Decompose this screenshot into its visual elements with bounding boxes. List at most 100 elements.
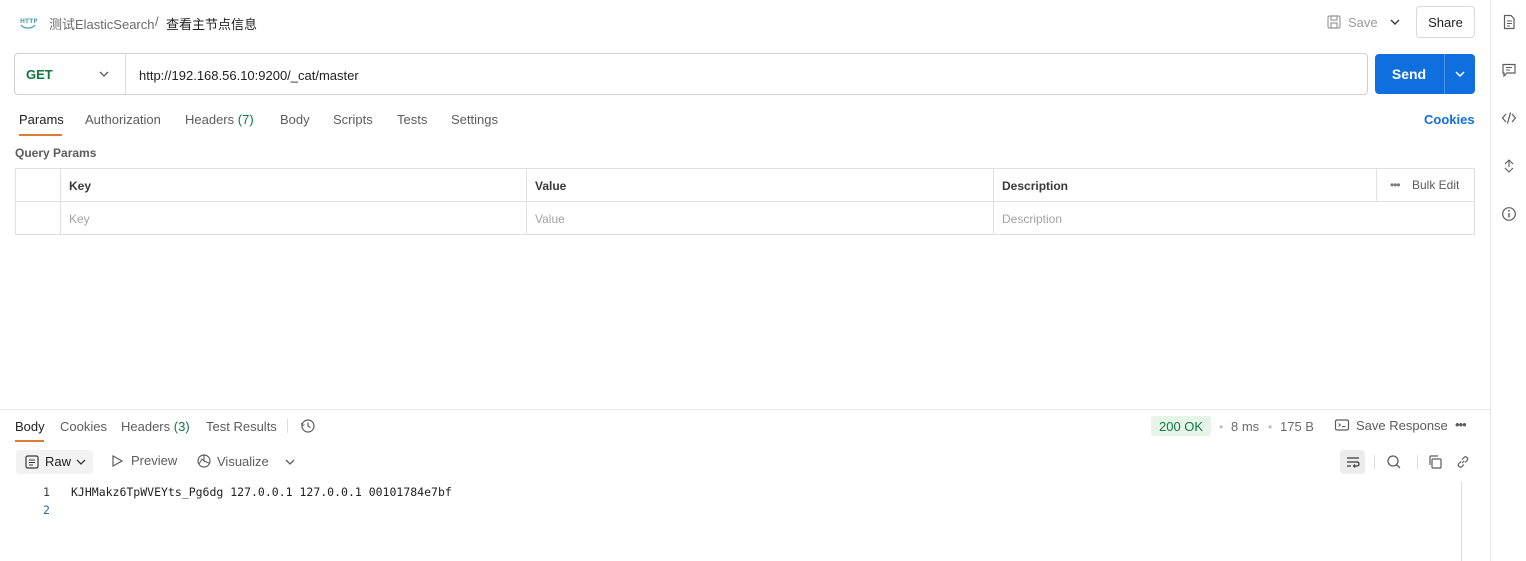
description-header-label: Description	[1002, 179, 1069, 193]
breadcrumb-separator: /	[155, 14, 159, 29]
method-select[interactable]: GET	[15, 54, 126, 94]
tab-headers-count: (7)	[237, 112, 254, 127]
key-column-header: Key	[61, 169, 527, 202]
main-panel: HTTP 测试ElasticSearch / 查看主节点信息 Save Shar…	[0, 0, 1490, 561]
value-header-label: Value	[535, 179, 567, 193]
tab-separator	[287, 419, 288, 433]
tab-settings[interactable]: Settings	[451, 112, 498, 127]
more-icon[interactable]: •••	[1390, 178, 1401, 192]
save-label: Save	[1348, 14, 1378, 30]
cookies-link[interactable]: Cookies	[1424, 112, 1475, 127]
code-scrollbar[interactable]	[1461, 482, 1462, 561]
send-button-group: Send	[1375, 54, 1475, 94]
visualize-button[interactable]: Visualize	[196, 453, 269, 469]
share-button[interactable]: Share	[1416, 6, 1475, 38]
link-icon[interactable]	[1455, 454, 1471, 470]
wrap-icon	[1346, 457, 1360, 468]
tab-scripts[interactable]: Scripts	[333, 112, 373, 127]
save-icon	[1327, 15, 1341, 29]
query-params-title: Query Params	[15, 146, 97, 160]
table-row: Key Value Description	[16, 202, 1474, 235]
tab-headers-label: Headers	[185, 112, 235, 127]
response-tab-headers[interactable]: Headers (3)	[121, 419, 190, 434]
response-tabs: Body Cookies Headers (3) Test Results	[0, 410, 1490, 442]
tab-headers[interactable]: Headers (7)	[185, 112, 254, 127]
info-icon[interactable]	[1500, 205, 1518, 223]
request-tabs: Params Authorization Headers (7) Body Sc…	[0, 108, 1490, 138]
search-icon[interactable]	[1386, 454, 1402, 470]
url-bar: GET	[14, 53, 1368, 95]
url-input[interactable]	[139, 66, 1339, 84]
description-input[interactable]: Description	[994, 202, 1474, 235]
chevron-down-icon[interactable]	[1452, 66, 1468, 82]
send-button[interactable]: Send	[1375, 54, 1443, 94]
tab-authorization[interactable]: Authorization	[85, 112, 161, 127]
key-input[interactable]: Key	[61, 202, 527, 235]
chevron-down-icon[interactable]	[1387, 14, 1403, 30]
line-number: 2	[43, 503, 50, 517]
response-headers-count: (3)	[173, 419, 190, 434]
save-response-button[interactable]: Save Response	[1334, 417, 1448, 433]
key-header-label: Key	[69, 179, 92, 193]
right-sidebar	[1490, 0, 1526, 561]
method-label: GET	[26, 67, 53, 82]
meta-separator: •	[1268, 420, 1273, 434]
format-label: Raw	[45, 454, 72, 469]
preview-button[interactable]: Preview	[110, 453, 177, 468]
description-placeholder: Description	[1002, 212, 1063, 226]
related-icon[interactable]	[1500, 157, 1518, 175]
save-response-label: Save Response	[1356, 417, 1448, 433]
response-tab-test-results[interactable]: Test Results	[206, 419, 277, 434]
chevron-down-icon[interactable]	[283, 455, 297, 469]
history-icon[interactable]	[300, 418, 316, 434]
status-badge[interactable]: 200 OK	[1151, 416, 1212, 436]
format-select[interactable]: Raw	[16, 450, 93, 474]
code-line: KJHMakz6TpWVEYts_Pg6dg 127.0.0.1 127.0.0…	[71, 485, 452, 499]
bulk-edit-button[interactable]: ••• Bulk Edit	[1390, 169, 1474, 202]
docs-icon[interactable]	[1500, 13, 1518, 31]
preview-label: Preview	[131, 453, 178, 468]
response-tab-body[interactable]: Body	[15, 419, 45, 434]
preview-icon	[112, 454, 124, 467]
raw-icon	[25, 455, 39, 469]
visualize-label: Visualize	[217, 453, 269, 469]
toolbar-separator	[1374, 455, 1375, 469]
save-button[interactable]: Save	[1326, 11, 1378, 33]
toolbar-separator	[1417, 455, 1418, 469]
wrap-lines-button[interactable]	[1340, 450, 1365, 474]
http-icon: HTTP	[20, 18, 37, 29]
tab-tests[interactable]: Tests	[397, 112, 427, 127]
checkbox-column-header	[16, 169, 61, 202]
key-placeholder: Key	[69, 212, 90, 226]
bulk-edit-label: Bulk Edit	[1412, 178, 1460, 192]
table-header-row: Key Value Description ••• Bulk Edit	[16, 169, 1474, 202]
tab-body[interactable]: Body	[280, 112, 310, 127]
copy-icon[interactable]	[1427, 454, 1443, 470]
request-header: HTTP 测试ElasticSearch / 查看主节点信息 Save Shar…	[0, 0, 1490, 44]
response-headers-label: Headers	[121, 419, 171, 434]
value-input[interactable]: Value	[527, 202, 994, 235]
save-response-icon	[1334, 419, 1350, 431]
comments-icon[interactable]	[1500, 61, 1518, 79]
response-body[interactable]: 1 KJHMakz6TpWVEYts_Pg6dg 127.0.0.1 127.0…	[0, 482, 1462, 561]
response-time[interactable]: 8 ms	[1231, 419, 1259, 434]
send-divider	[1444, 54, 1445, 94]
chevron-down-icon	[76, 459, 86, 465]
active-tab-indicator	[19, 134, 62, 136]
visualize-icon	[197, 454, 211, 468]
code-icon[interactable]	[1500, 109, 1518, 127]
breadcrumb-collection[interactable]: 测试ElasticSearch	[49, 14, 154, 33]
value-placeholder: Value	[535, 212, 565, 226]
tab-params[interactable]: Params	[19, 112, 64, 127]
more-icon[interactable]: •••	[1455, 417, 1467, 432]
svg-text:HTTP: HTTP	[20, 18, 37, 25]
response-size[interactable]: 175 B	[1280, 419, 1314, 434]
chevron-down-icon	[99, 71, 109, 77]
description-column-header: Description	[994, 169, 1377, 202]
query-params-table: Key Value Description ••• Bulk Edit Key …	[15, 168, 1475, 235]
row-checkbox-cell	[16, 202, 61, 235]
response-tab-cookies[interactable]: Cookies	[60, 419, 107, 434]
request-title[interactable]: 查看主节点信息	[166, 14, 257, 33]
active-response-tab-indicator	[15, 440, 44, 442]
line-number: 1	[43, 485, 50, 499]
